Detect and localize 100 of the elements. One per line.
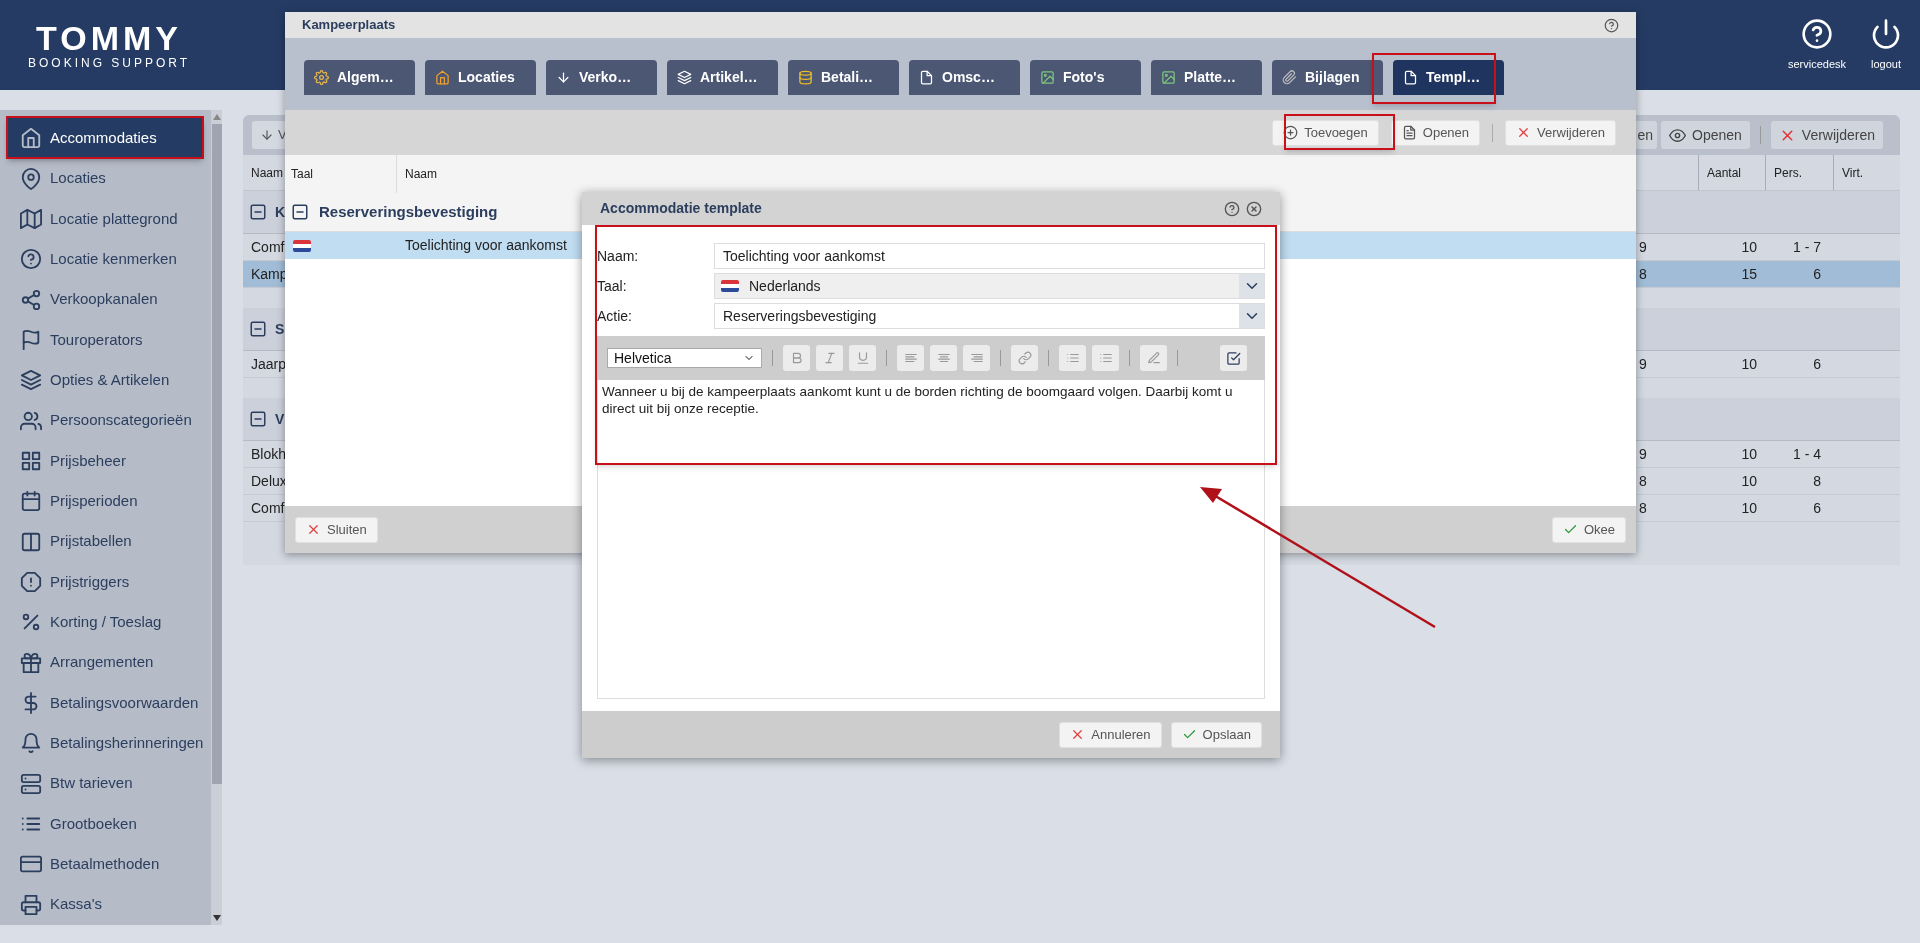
open-button[interactable]: Openen — [1661, 121, 1750, 149]
tab[interactable]: Locaties — [425, 60, 536, 95]
table-cell-text: 9 — [1638, 444, 1648, 464]
servicedesk-button[interactable]: servicedesk — [1787, 17, 1846, 73]
table-cell-text: 9 — [1638, 354, 1648, 374]
sidebar-item[interactable]: Prijstriggers — [8, 561, 204, 603]
format-button[interactable] — [1220, 345, 1247, 371]
scroll-up-icon[interactable] — [212, 114, 221, 120]
bell-icon — [20, 732, 42, 755]
scroll-down-icon[interactable] — [212, 915, 221, 921]
align-left-icon — [903, 351, 918, 365]
dialog-title: Kampeerplaats — [302, 16, 396, 35]
tab[interactable]: Omsc… — [909, 60, 1020, 95]
close-button[interactable]: Sluiten — [295, 516, 378, 543]
calendar-icon — [20, 490, 42, 513]
delete-button[interactable]: Verwijderen — [1505, 119, 1616, 146]
table-cell-text: 1 - 7 — [1792, 237, 1822, 257]
tab[interactable]: Platte… — [1151, 60, 1262, 95]
sort-icon — [556, 70, 571, 85]
sidebar-item[interactable]: Arrangementen — [8, 642, 204, 683]
house-icon — [435, 70, 450, 85]
table-cell-text: 15 — [1740, 264, 1758, 284]
format-button[interactable] — [930, 345, 957, 371]
tab[interactable]: Foto's — [1030, 60, 1141, 95]
format-button[interactable] — [1092, 345, 1119, 371]
sidebar-item[interactable]: Betalingsherinneringen — [8, 723, 204, 764]
select-field[interactable]: Reserveringsbevestiging — [714, 303, 1265, 329]
cancel-button[interactable]: Annuleren — [1059, 721, 1162, 748]
table-cell-text: 10 — [1740, 354, 1758, 374]
tab[interactable]: Bijlagen — [1272, 60, 1383, 95]
sidebar-item[interactable]: Accommodaties — [8, 118, 204, 159]
paperclip-icon — [1282, 70, 1297, 85]
table-cell-text: 10 — [1740, 471, 1758, 491]
sidebar-item[interactable]: Opties & Artikelen — [8, 360, 204, 401]
collapse-icon[interactable] — [249, 203, 267, 221]
sidebar-item[interactable]: Korting / Toeslag — [8, 602, 204, 643]
format-button[interactable] — [1059, 345, 1086, 371]
table-cell-text: 8 — [1638, 471, 1648, 491]
eye-icon — [1669, 126, 1686, 144]
table-cell-text: Comf — [250, 498, 285, 518]
sidebar-item[interactable]: Prijsperioden — [8, 481, 204, 522]
sidebar-item[interactable]: Persoonscategorieën — [8, 400, 204, 441]
select-field[interactable]: Nederlands — [714, 273, 1265, 299]
dialog-title: Accommodatie template — [600, 199, 762, 218]
confirm-button[interactable]: Okee — [1551, 516, 1626, 543]
group-title: V — [275, 409, 285, 429]
sidebar-item[interactable]: Verkoopkanalen — [8, 279, 204, 320]
tab[interactable]: Algem… — [304, 60, 415, 95]
scrollbar[interactable] — [211, 110, 222, 925]
format-button[interactable] — [1011, 345, 1038, 371]
document-icon — [919, 70, 934, 85]
confirm-button[interactable]: Opslaan — [1170, 721, 1262, 748]
image-icon — [1161, 70, 1176, 85]
group-title: S — [275, 319, 285, 339]
collapse-icon[interactable] — [291, 203, 309, 221]
help-icon[interactable] — [1224, 200, 1240, 217]
table-cell-text: 6 — [1812, 354, 1822, 374]
gear-icon — [314, 70, 329, 85]
format-button[interactable] — [816, 345, 843, 371]
tab[interactable]: Templ… — [1393, 60, 1504, 95]
text-field[interactable]: Toelichting voor aankomst — [714, 243, 1265, 269]
sidebar-item[interactable]: Prijstabellen — [8, 521, 204, 562]
sidebar-item[interactable]: Btw tarieven — [8, 763, 204, 804]
power-icon — [1870, 17, 1902, 50]
sidebar-item[interactable]: Betalingsvoorwaarden — [8, 682, 204, 724]
gift-icon — [20, 651, 42, 674]
sidebar-item[interactable]: Locaties — [8, 158, 204, 199]
format-button[interactable] — [963, 345, 990, 371]
table-cell-text: 8 — [1812, 471, 1822, 491]
format-button[interactable] — [849, 345, 876, 371]
sidebar-item[interactable]: Touroperators — [8, 319, 204, 361]
table-cell-text: 6 — [1812, 264, 1822, 284]
format-button[interactable] — [1140, 345, 1167, 371]
logo-title: TOMMY — [36, 21, 183, 55]
field-label: Taal: — [597, 276, 628, 296]
register-icon — [20, 893, 42, 916]
sidebar-item[interactable]: Kassa's — [8, 884, 204, 925]
table-icon — [20, 530, 42, 553]
tab[interactable]: Verko… — [546, 60, 657, 95]
delete-button[interactable]: Verwijderen — [1770, 121, 1883, 149]
sidebar-item[interactable]: Betaalmethoden — [8, 844, 204, 885]
column-header: Virt. — [1833, 155, 1900, 190]
format-button[interactable] — [897, 345, 924, 371]
sidebar-item[interactable]: Locatie plattegrond — [8, 198, 204, 240]
column-header: Naam — [404, 166, 437, 183]
font-dropdown[interactable]: Helvetica — [607, 348, 762, 368]
collapse-icon[interactable] — [249, 410, 267, 428]
collapse-icon[interactable] — [249, 320, 267, 338]
table-cell-text: 9 — [1638, 237, 1648, 257]
format-button[interactable] — [783, 345, 810, 371]
sidebar-item[interactable]: Prijsbeheer — [8, 440, 204, 482]
help-icon[interactable] — [1604, 17, 1619, 33]
sidebar-item[interactable]: Locatie kenmerken — [8, 239, 204, 280]
sidebar-item[interactable]: Grootboeken — [8, 803, 204, 845]
open-button[interactable]: Openen — [1390, 119, 1481, 146]
tab[interactable]: Artikel… — [667, 60, 778, 95]
tab[interactable]: Betali… — [788, 60, 899, 95]
logout-button[interactable]: logout — [1870, 17, 1902, 73]
close-icon[interactable] — [1246, 200, 1262, 217]
add-button[interactable]: Toevoegen — [1272, 119, 1379, 146]
